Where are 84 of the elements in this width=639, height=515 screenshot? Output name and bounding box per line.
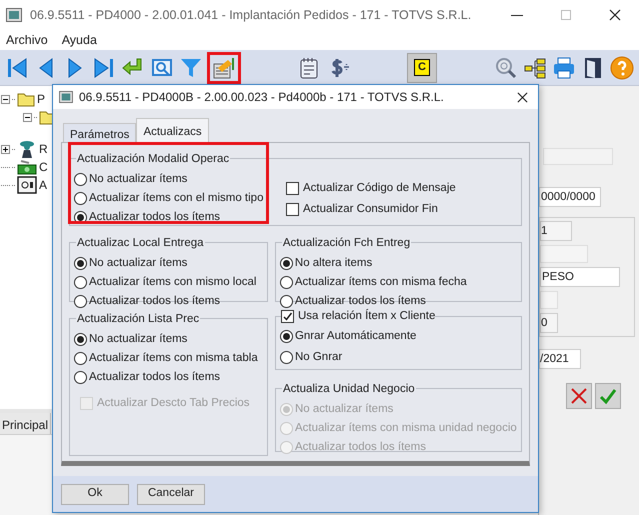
minimize-button[interactable] <box>511 14 523 16</box>
text-field[interactable]: 0 <box>540 313 558 333</box>
radio-button[interactable] <box>74 173 87 186</box>
radio-button[interactable] <box>74 333 87 346</box>
text-field[interactable]: 1 <box>540 221 572 241</box>
radio-label: Actualizar ítems con el mismo tipo <box>89 190 264 206</box>
radio-button[interactable] <box>74 257 87 270</box>
banknote-icon <box>17 158 37 176</box>
tree-item[interactable]: A <box>39 176 48 194</box>
radio-button[interactable] <box>280 295 293 308</box>
tab[interactable]: Principal <box>0 413 52 434</box>
cancel-button[interactable] <box>566 383 592 409</box>
close-icon[interactable] <box>517 92 528 102</box>
radio-button[interactable] <box>74 276 87 289</box>
ok-button[interactable]: Ok <box>61 484 129 504</box>
close-icon[interactable] <box>609 9 621 21</box>
person-icon <box>17 139 37 159</box>
window-title: 06.9.5511 - PD4000 - 2.00.01.041 - Implantación Pedidos - 171 - TOTVS S.R.L. <box>30 6 472 24</box>
group-title: Actualización Lista Prec <box>77 313 200 325</box>
folder-icon <box>17 91 35 107</box>
radio-button[interactable] <box>74 192 87 205</box>
text-field[interactable]: 0000/0000 <box>539 187 601 207</box>
radio-label: No actualizar ítems <box>294 402 394 417</box>
hierarchy-icon[interactable] <box>523 56 547 80</box>
search-icon[interactable] <box>494 56 518 80</box>
first-record-icon[interactable] <box>5 56 29 80</box>
tab[interactable]: Parámetros <box>63 123 136 142</box>
group-title: Actualizac Local Entrega <box>77 237 204 249</box>
app-icon <box>6 8 22 22</box>
tree-item[interactable]: P <box>37 90 46 108</box>
app-icon <box>59 91 73 103</box>
menu-item[interactable]: Ayuda <box>62 30 97 50</box>
radio-label: No actualizar ítems <box>89 256 188 271</box>
radio-label: Gnrar Automáticamente <box>294 328 416 344</box>
checkbox[interactable] <box>286 182 299 195</box>
radio-button[interactable] <box>280 257 293 270</box>
tab[interactable]: Actualizacs <box>136 118 209 143</box>
text-field[interactable]: PESO <box>540 267 620 287</box>
radio-label: Actualizar todos los ítems <box>294 294 426 309</box>
collapse-toggle[interactable] <box>23 112 32 122</box>
radio-label: Actualizar todos los ítems <box>89 294 220 309</box>
radio-button[interactable] <box>280 276 293 289</box>
radio-label: Actualizar todos los ítems <box>89 370 220 385</box>
cancel-button[interactable]: Cancelar <box>137 484 205 504</box>
group-title: Actualización Modalid Operac <box>77 153 230 165</box>
tree-item[interactable]: C <box>39 158 48 176</box>
text-field[interactable] <box>540 245 588 263</box>
radio-label: No actualizar ítems <box>89 172 188 187</box>
radio-label: Actualizar ítems con misma fecha <box>294 274 467 290</box>
menu-item[interactable]: Archivo <box>6 30 48 50</box>
text-field[interactable] <box>540 291 558 309</box>
radio-label: Actualizar todos los ítems <box>294 440 426 455</box>
checkbox-label: Actualizar Código de Mensaje <box>303 180 456 196</box>
checkbox-label: Actualizar Consumidor Fin <box>303 202 438 217</box>
text-field[interactable]: /2021 <box>539 349 581 369</box>
radio-label: No Gnrar <box>294 350 342 365</box>
checkbox-label: Actualizar Descto Tab Precios <box>97 396 250 411</box>
safe-icon <box>17 175 37 195</box>
c-letter-button[interactable]: C <box>407 52 437 82</box>
collapse-toggle[interactable] <box>1 94 10 104</box>
text-field[interactable] <box>543 148 613 165</box>
last-record-icon[interactable] <box>92 56 116 80</box>
printer-icon[interactable] <box>552 56 576 80</box>
help-icon[interactable] <box>610 56 634 80</box>
dialog-title: 06.9.5511 - PD4000B - 2.00.00.023 - Pd4000b - 171 - TOTVS S.R.L. <box>79 89 444 106</box>
tree-item[interactable]: R <box>39 140 48 158</box>
form-edit-icon[interactable] <box>212 56 236 80</box>
radio-label: Actualizar ítems con misma unidad negocio <box>294 420 517 436</box>
radio-button[interactable] <box>280 351 293 364</box>
radio-label: Actualizar todos los ítems <box>89 210 220 225</box>
checkbox-label: Usa relación Ítem x Cliente <box>298 308 436 324</box>
group-title: Actualiza Unidad Negocio <box>282 383 415 395</box>
radio-label: No altera items <box>294 256 372 271</box>
group-title: Actualización Fch Entreg <box>282 237 410 249</box>
expand-toggle[interactable] <box>1 144 10 154</box>
checkbox[interactable] <box>286 203 299 216</box>
radio-button[interactable] <box>74 352 87 365</box>
radio-label: No actualizar ítems <box>89 332 188 347</box>
radio-button[interactable] <box>74 371 87 384</box>
radio-button[interactable] <box>74 295 87 308</box>
checkbox[interactable] <box>280 310 294 323</box>
radio-button[interactable] <box>280 330 293 343</box>
radio-label: Actualizar ítems con misma tabla <box>89 350 258 366</box>
radio-label: Actualizar ítems con mismo local <box>89 274 256 290</box>
